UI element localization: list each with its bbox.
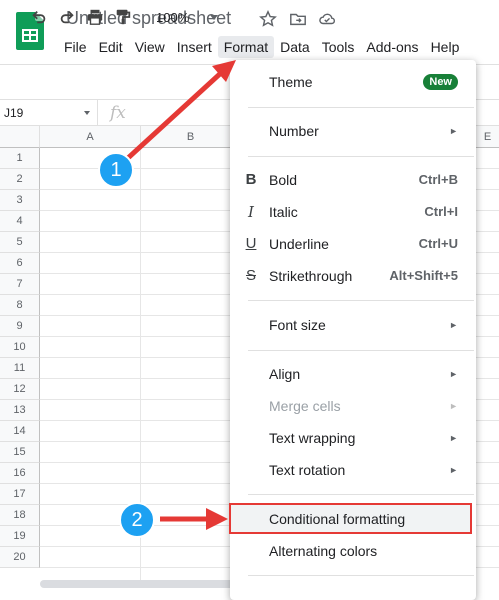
menu-item-alternating-colors[interactable]: Alternating colors	[230, 535, 476, 567]
menu-bar: File Edit View Insert Format Data Tools …	[58, 36, 465, 58]
row-header[interactable]: 9	[0, 316, 40, 337]
column-header-e[interactable]: E	[476, 126, 499, 148]
menu-item-text-rotation[interactable]: Text rotation ►	[230, 454, 476, 486]
cloud-saved-icon[interactable]	[318, 10, 336, 28]
zoom-chevron-down-icon[interactable]	[210, 15, 218, 20]
row-header[interactable]: 3	[0, 190, 40, 211]
new-badge: New	[423, 74, 458, 90]
menu-tools[interactable]: Tools	[316, 36, 361, 58]
menu-file[interactable]: File	[58, 36, 93, 58]
menu-insert[interactable]: Insert	[171, 36, 218, 58]
menu-divider	[248, 156, 474, 157]
menu-item-label: Align	[269, 366, 301, 382]
callout-badge-2: 2	[119, 502, 155, 538]
menu-item-conditional-formatting[interactable]: Conditional formatting	[230, 503, 476, 535]
row-header[interactable]: 14	[0, 421, 40, 442]
row-header[interactable]: 19	[0, 526, 40, 547]
move-to-folder-icon[interactable]	[289, 10, 307, 28]
menu-item-label: Text rotation	[269, 462, 346, 478]
menu-divider	[248, 300, 474, 301]
fx-icon: fx	[110, 103, 126, 123]
menu-help[interactable]: Help	[425, 36, 466, 58]
menu-format[interactable]: Format	[217, 36, 275, 58]
menu-view[interactable]: View	[129, 36, 171, 58]
row-header[interactable]: 20	[0, 547, 40, 568]
row-header[interactable]: 10	[0, 337, 40, 358]
menu-item-label: Merge cells	[269, 398, 341, 414]
submenu-arrow-icon: ►	[449, 126, 458, 136]
submenu-arrow-icon: ►	[449, 320, 458, 330]
submenu-arrow-icon: ►	[449, 433, 458, 443]
menu-data[interactable]: Data	[274, 36, 316, 58]
menu-divider	[248, 494, 474, 495]
menu-item-label: Italic	[269, 204, 298, 220]
redo-icon[interactable]	[58, 8, 76, 26]
select-all-corner[interactable]	[0, 126, 40, 148]
menu-item-label: Font size	[269, 317, 326, 333]
menu-item-text-wrapping[interactable]: Text wrapping ►	[230, 422, 476, 454]
shortcut-label: Ctrl+U	[418, 236, 458, 251]
zoom-select[interactable]: 100%	[150, 8, 216, 28]
underline-icon: U	[245, 235, 257, 252]
menu-edit[interactable]: Edit	[93, 36, 129, 58]
menu-add-ons[interactable]: Add-ons	[360, 36, 424, 58]
print-icon[interactable]	[86, 8, 104, 26]
row-header[interactable]: 8	[0, 295, 40, 316]
menu-item-align[interactable]: Align ►	[230, 358, 476, 390]
menu-item-label: Text wrapping	[269, 430, 356, 446]
row-header[interactable]: 1	[0, 148, 40, 169]
shortcut-label: Ctrl+B	[418, 172, 458, 187]
row-header[interactable]: 7	[0, 274, 40, 295]
row-header[interactable]: 5	[0, 232, 40, 253]
menu-item-bold[interactable]: B Bold Ctrl+B	[230, 164, 476, 196]
row-header[interactable]: 12	[0, 379, 40, 400]
shortcut-label: Alt+Shift+5	[389, 268, 458, 283]
submenu-arrow-icon: ►	[449, 401, 458, 411]
bold-icon: B	[245, 171, 257, 188]
row-header[interactable]: 15	[0, 442, 40, 463]
paint-format-icon[interactable]	[114, 8, 132, 26]
shortcut-label: Ctrl+I	[424, 204, 458, 219]
menu-item-underline[interactable]: U Underline Ctrl+U	[230, 228, 476, 260]
row-header[interactable]: 11	[0, 358, 40, 379]
row-header[interactable]: 17	[0, 484, 40, 505]
menu-item-label: Bold	[269, 172, 298, 188]
menu-divider	[248, 350, 474, 351]
menu-item-label: Conditional formatting	[269, 511, 406, 527]
row-header[interactable]: 2	[0, 169, 40, 190]
italic-icon: I	[248, 203, 254, 221]
row-header[interactable]: 13	[0, 400, 40, 421]
menu-item-theme[interactable]: Theme New	[230, 66, 476, 98]
undo-icon[interactable]	[30, 8, 48, 26]
menu-item-label: Alternating colors	[269, 543, 378, 559]
menu-item-font-size[interactable]: Font size ►	[230, 309, 476, 341]
star-icon[interactable]	[259, 10, 277, 28]
menu-item-label: Theme	[269, 74, 313, 90]
menu-item-merge-cells: Merge cells ►	[230, 390, 476, 422]
menu-item-label: Strikethrough	[269, 268, 353, 284]
column-header-a[interactable]: A	[40, 126, 141, 148]
callout-badge-1: 1	[98, 152, 134, 188]
column-header-b[interactable]: B	[141, 126, 241, 148]
submenu-arrow-icon: ►	[449, 465, 458, 475]
row-header[interactable]: 4	[0, 211, 40, 232]
menu-item-number[interactable]: Number ►	[230, 115, 476, 147]
menu-item-label: Number	[269, 123, 319, 139]
submenu-arrow-icon: ►	[449, 369, 458, 379]
menu-divider	[248, 107, 474, 108]
menu-item-label: Underline	[269, 236, 329, 252]
name-box-chevron-down-icon[interactable]	[84, 111, 90, 115]
menu-divider	[248, 575, 474, 576]
menu-item-strikethrough[interactable]: S Strikethrough Alt+Shift+5	[230, 260, 476, 292]
row-header[interactable]: 6	[0, 253, 40, 274]
row-header[interactable]: 18	[0, 505, 40, 526]
row-header[interactable]: 16	[0, 463, 40, 484]
menu-item-italic[interactable]: I Italic Ctrl+I	[230, 196, 476, 228]
strikethrough-icon: S	[245, 267, 256, 284]
